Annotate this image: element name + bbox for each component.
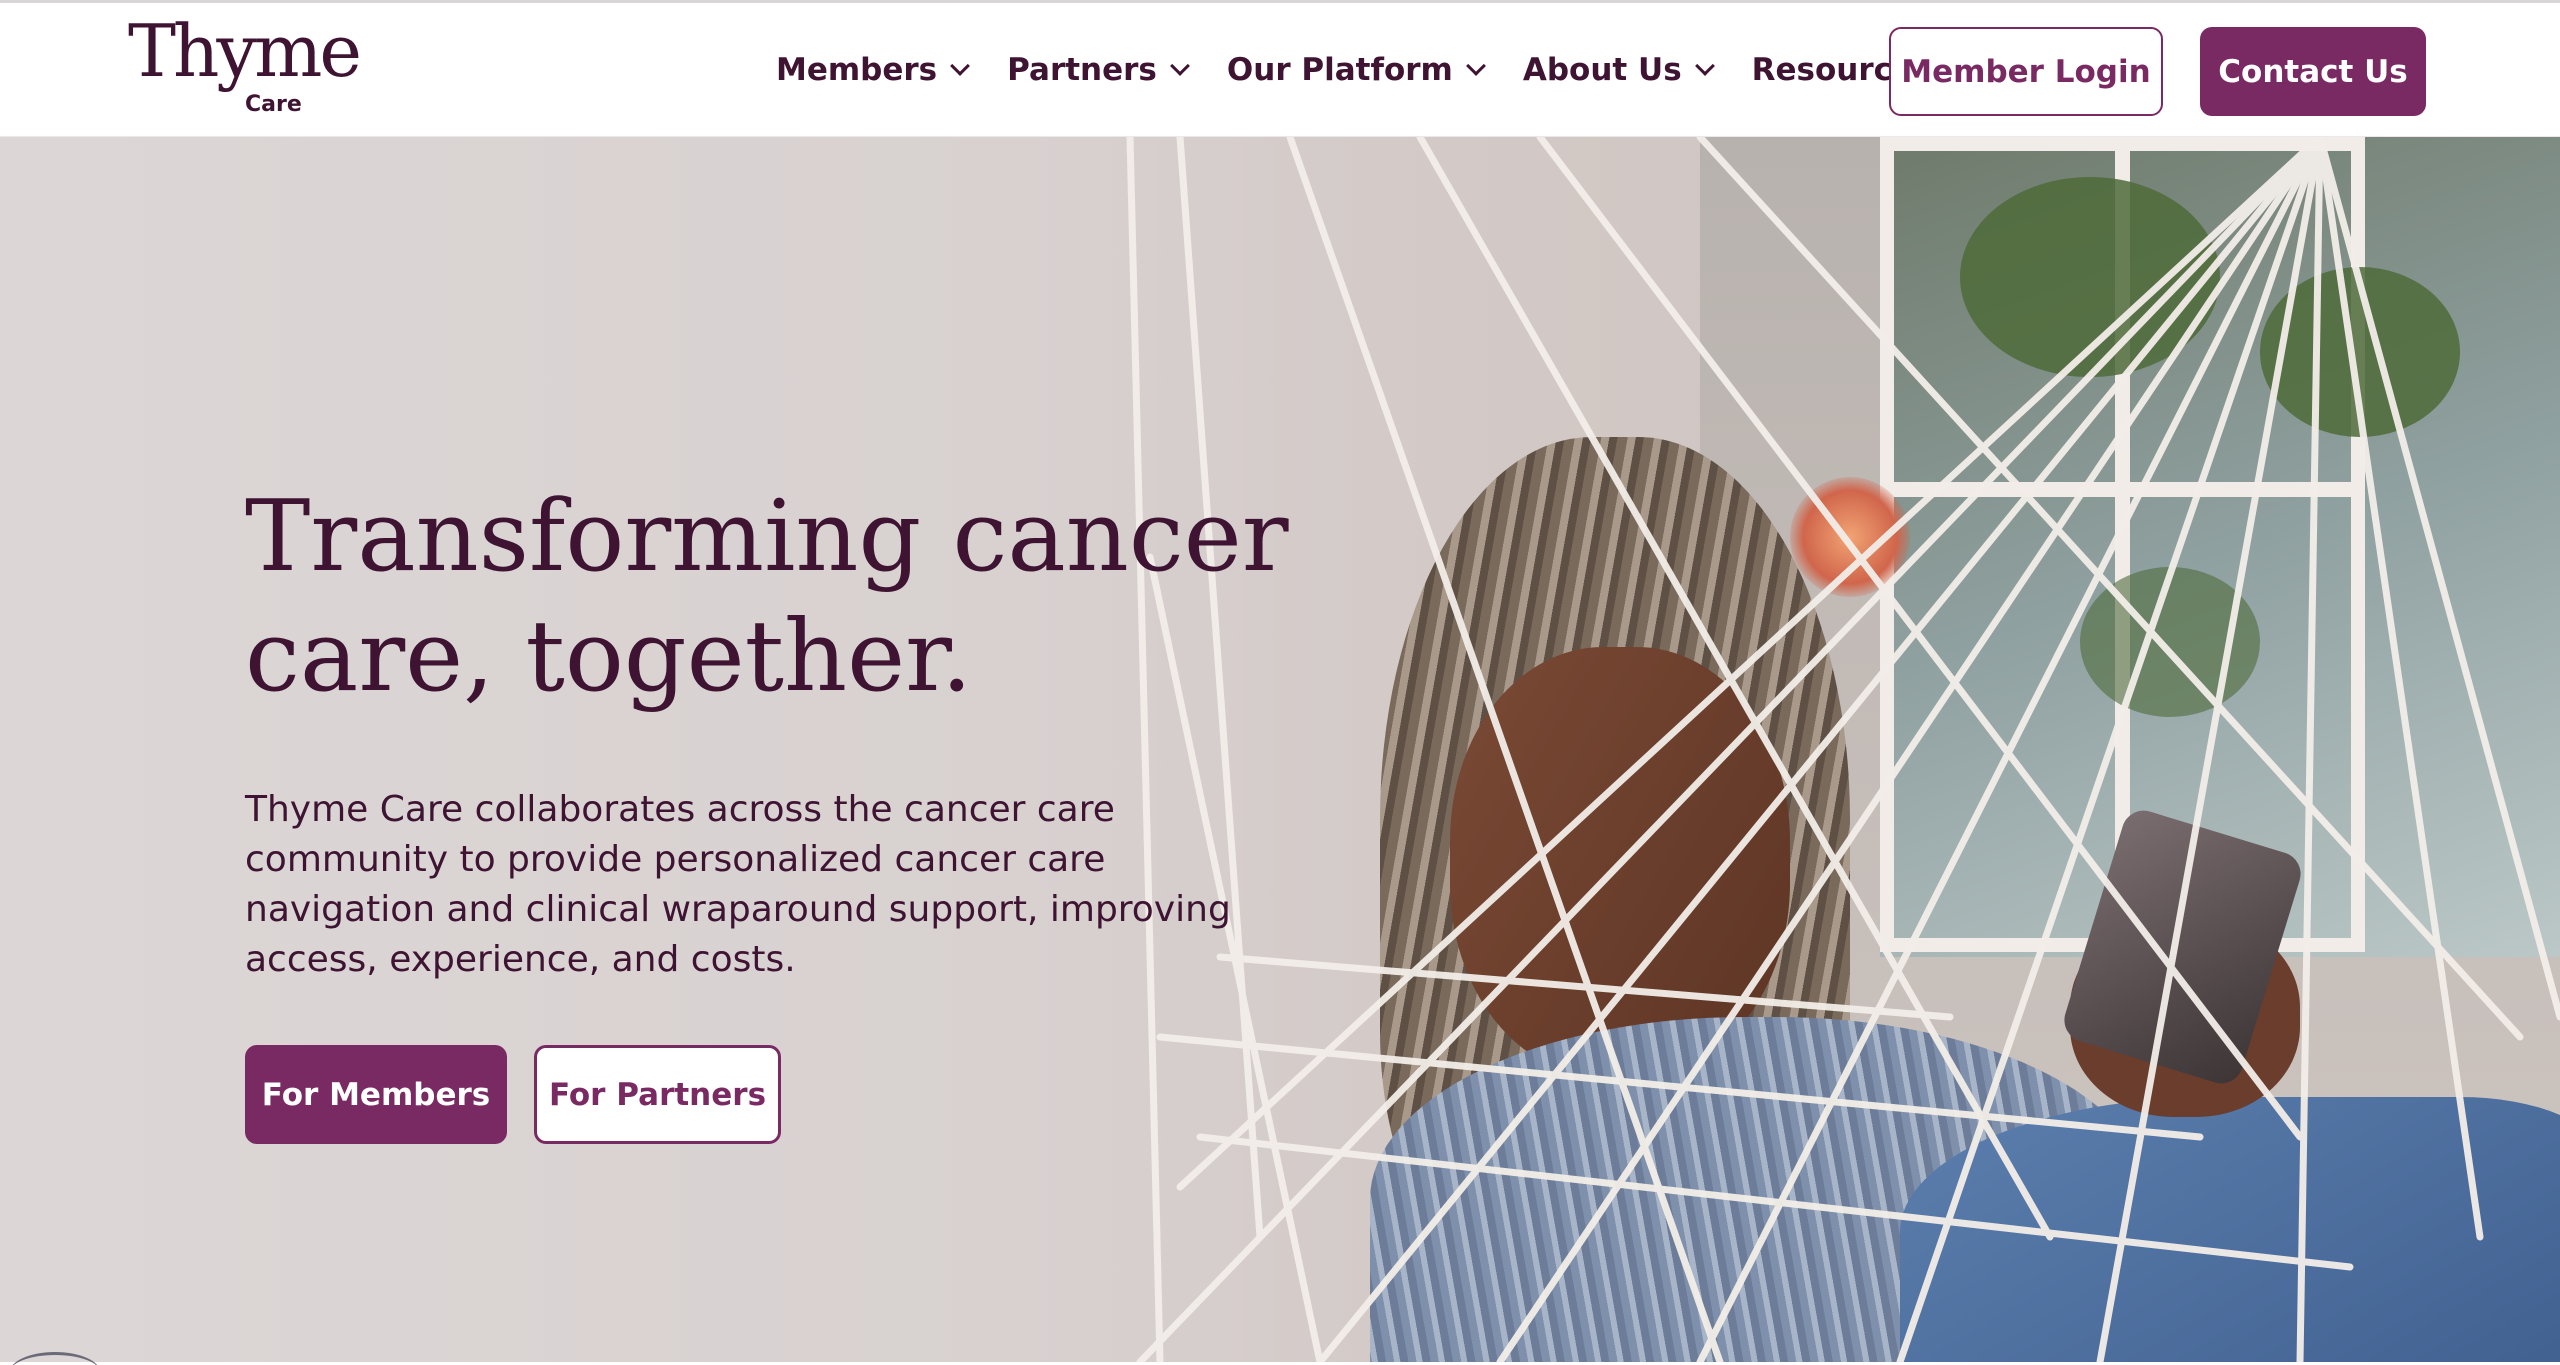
logo-wordmark: Thyme [128, 9, 362, 93]
nav-item-label: Our Platform [1226, 52, 1453, 88]
hero-section: Transforming cancer care, together. Thym… [0, 137, 2560, 1362]
for-partners-button[interactable]: For Partners [534, 1045, 781, 1144]
nav-item-label: Members [776, 52, 938, 88]
hammock-ropes [1126, 137, 2560, 1362]
chevron-down-icon [1465, 56, 1486, 76]
logo-subtitle: Care [245, 92, 302, 117]
nav-item-label: About Us [1522, 52, 1682, 88]
hero-description: Thyme Care collaborates across the cance… [245, 789, 1231, 980]
nav-item-partners[interactable]: Partners [1007, 52, 1190, 88]
for-members-button[interactable]: For Members [245, 1045, 507, 1144]
hero-title-line: care, together. [245, 600, 973, 714]
main-menu: Members Partners Our Platform About Us R… [776, 3, 2002, 137]
contact-us-button[interactable]: Contact Us [2200, 27, 2426, 116]
nav-item-our-platform[interactable]: Our Platform [1226, 52, 1486, 88]
nav-item-members[interactable]: Members [776, 52, 971, 88]
chevron-down-icon [1694, 56, 1715, 76]
thyme-care-logo[interactable]: Thyme Care [128, 15, 362, 125]
chevron-down-icon [950, 56, 971, 76]
hero-title: Transforming cancer care, together. [245, 477, 1345, 717]
hero-title-line: Transforming cancer [245, 480, 1289, 594]
member-login-button[interactable]: Member Login [1889, 27, 2163, 116]
nav-item-label: Partners [1007, 52, 1157, 88]
site-header: Thyme Care Members Partners Our Platform… [0, 3, 2560, 137]
nav-item-about-us[interactable]: About Us [1522, 52, 1715, 88]
chevron-down-icon [1169, 56, 1190, 76]
